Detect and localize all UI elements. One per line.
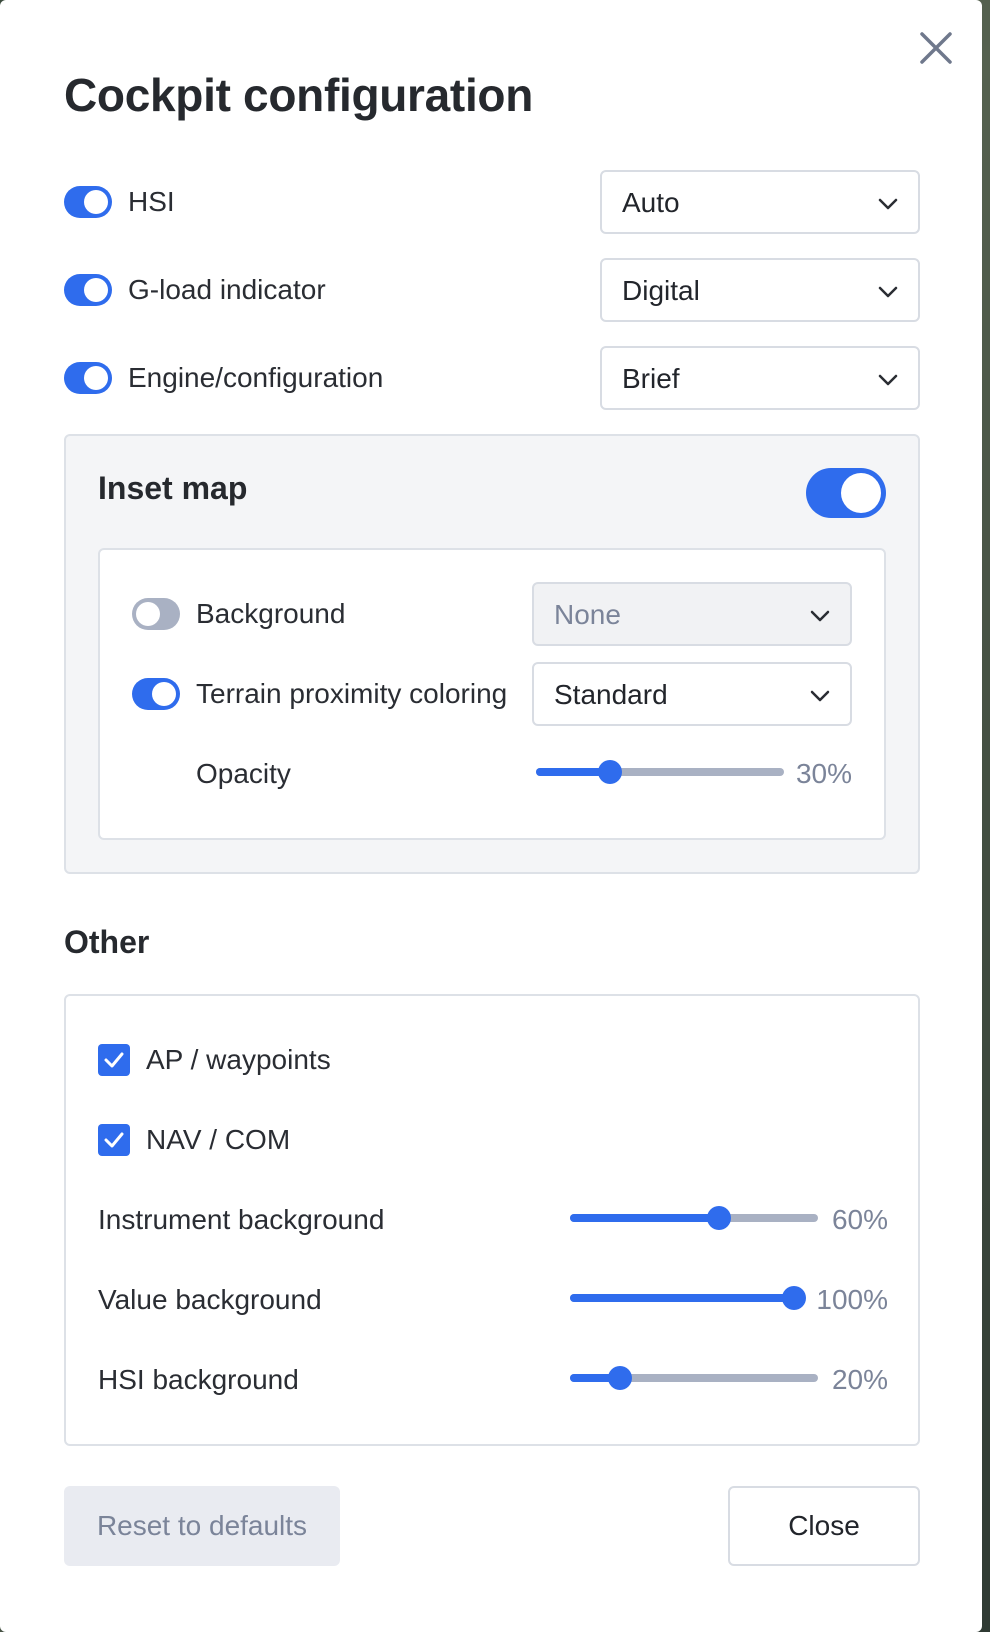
other-panel: AP / waypoints NAV / COM Instrument back…	[64, 994, 920, 1446]
check-icon	[104, 1132, 124, 1148]
hsi-toggle[interactable]	[64, 186, 112, 218]
inset-map-panel: Inset map Background None Terrain proxim…	[64, 434, 920, 874]
value-background-value: 100%	[816, 1284, 888, 1315]
g-load-row: G-load indicator Digital	[64, 258, 920, 322]
g-load-mode-select[interactable]: Digital	[600, 258, 920, 322]
terrain-proximity-select-value: Standard	[554, 679, 668, 710]
toggle-knob	[84, 278, 108, 302]
engine-configuration-mode-value: Brief	[622, 363, 680, 394]
chevron-down-icon	[810, 610, 830, 622]
check-icon	[104, 1052, 124, 1068]
engine-configuration-label: Engine/configuration	[128, 362, 384, 393]
instrument-background-label: Instrument background	[98, 1204, 385, 1235]
chevron-down-icon	[810, 690, 830, 702]
toggle-knob	[136, 602, 160, 626]
toggle-knob	[84, 366, 108, 390]
background-select[interactable]: None	[532, 582, 852, 646]
engine-configuration-toggle[interactable]	[64, 362, 112, 394]
opacity-value: 30%	[795, 758, 852, 789]
opacity-label: Opacity	[196, 758, 291, 789]
chevron-down-icon	[878, 198, 898, 210]
instrument-background-value: 60%	[831, 1204, 888, 1235]
slider-thumb[interactable]	[782, 1286, 806, 1310]
background-toggle[interactable]	[132, 598, 180, 630]
g-load-toggle[interactable]	[64, 274, 112, 306]
value-background-slider[interactable]	[570, 1286, 806, 1310]
chevron-down-icon	[878, 286, 898, 298]
hsi-background-value: 20%	[831, 1364, 888, 1395]
hsi-background-label: HSI background	[98, 1364, 299, 1395]
cockpit-configuration-dialog: Cockpit configuration HSI Auto G-load in…	[0, 0, 982, 1632]
slider-thumb[interactable]	[706, 1206, 731, 1230]
slider-thumb[interactable]	[598, 760, 623, 784]
ap-waypoints-checkbox[interactable]	[98, 1044, 130, 1076]
close-icon[interactable]	[918, 30, 954, 66]
nav-com-label: NAV / COM	[146, 1124, 291, 1155]
g-load-mode-value: Digital	[622, 275, 700, 306]
other-section-title: Other	[64, 924, 150, 960]
slider-fill	[570, 1294, 794, 1302]
hsi-mode-select[interactable]: Auto	[600, 170, 920, 234]
terrain-proximity-select[interactable]: Standard	[532, 662, 852, 726]
hsi-row: HSI Auto	[64, 170, 920, 234]
toggle-knob	[152, 682, 176, 706]
inset-map-toggle[interactable]	[806, 468, 886, 518]
chevron-down-icon	[878, 374, 898, 386]
terrain-proximity-toggle[interactable]	[132, 678, 180, 710]
inset-map-options: Background None Terrain proximity colori…	[98, 548, 886, 840]
slider-fill	[570, 1214, 719, 1222]
hsi-label: HSI	[128, 186, 175, 217]
background-select-value: None	[554, 599, 621, 630]
opacity-slider[interactable]	[536, 760, 784, 784]
hsi-background-slider[interactable]	[570, 1366, 818, 1390]
toggle-knob	[841, 473, 881, 513]
g-load-label: G-load indicator	[128, 274, 326, 305]
instrument-background-slider[interactable]	[570, 1206, 818, 1230]
engine-configuration-row: Engine/configuration Brief	[64, 346, 920, 410]
ap-waypoints-label: AP / waypoints	[146, 1044, 331, 1075]
slider-thumb[interactable]	[607, 1366, 632, 1390]
background-label: Background	[196, 598, 346, 629]
toggle-knob	[84, 190, 108, 214]
hsi-mode-value: Auto	[622, 187, 680, 218]
terrain-proximity-label: Terrain proximity coloring	[196, 678, 508, 709]
value-background-label: Value background	[98, 1284, 322, 1315]
reset-to-defaults-button[interactable]: Reset to defaults	[64, 1486, 340, 1566]
dialog-title: Cockpit configuration	[64, 69, 534, 121]
nav-com-checkbox[interactable]	[98, 1124, 130, 1156]
engine-configuration-mode-select[interactable]: Brief	[600, 346, 920, 410]
inset-map-title: Inset map	[98, 470, 248, 506]
close-button[interactable]: Close	[728, 1486, 920, 1566]
